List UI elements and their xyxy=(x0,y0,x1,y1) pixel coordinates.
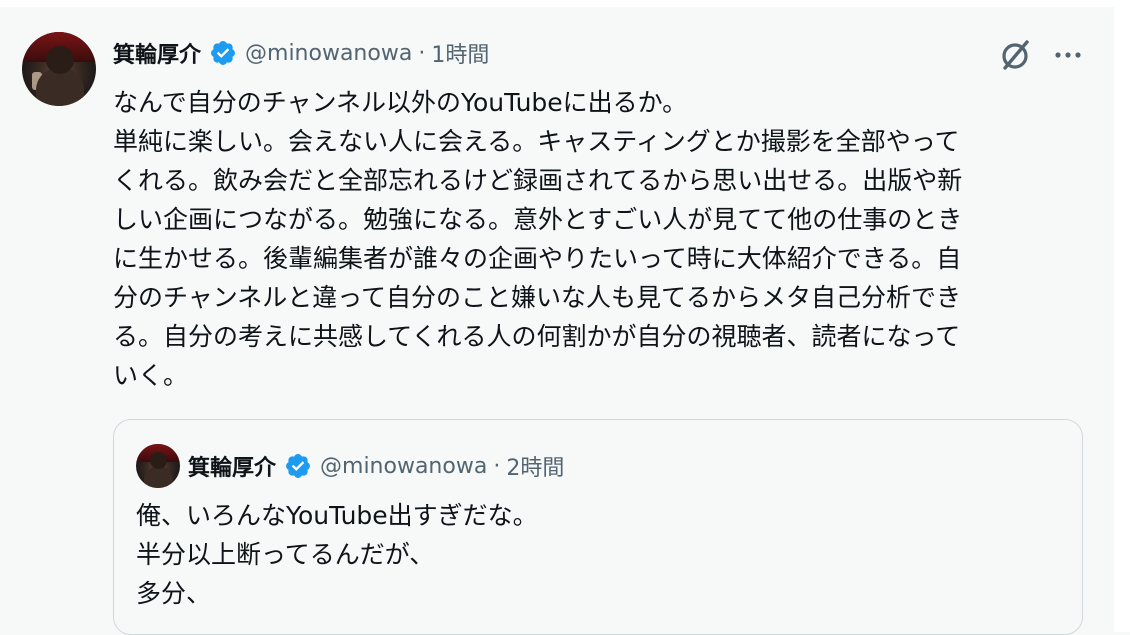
tweet-header: 箕輪厚介 @minowanowa · 1時間 xyxy=(113,37,489,69)
quoted-text-line: 半分以上断ってるんだが、 xyxy=(136,540,435,569)
avatar-figure-head xyxy=(150,452,167,469)
quoted-tweet[interactable]: 箕輪厚介 @minowanowa · 2時間 俺、いろんなYouTube出すぎだ… xyxy=(113,419,1083,635)
quoted-author-name: 箕輪厚介 xyxy=(188,456,277,481)
tweet[interactable]: 箕輪厚介 @minowanowa · 1時間 なんで自分のチャンネル以外のYou… xyxy=(0,7,1114,635)
tweet-text-line: いく。 xyxy=(113,361,189,390)
quoted-author-handle: @minowanowa xyxy=(320,453,488,479)
avatar-figure-head xyxy=(46,46,74,74)
verified-badge-icon xyxy=(284,452,312,480)
author-handle[interactable]: @minowanowa xyxy=(245,41,412,66)
tweet-text-line: 分のチャンネルと違って自分のこと嫌いな人も見てるからメタ自己分析でき xyxy=(113,283,962,312)
avatar[interactable] xyxy=(22,32,96,106)
quoted-text-line: 多分、 xyxy=(136,579,212,608)
quoted-text-line: 俺、いろんなYouTube出すぎだな。 xyxy=(136,501,538,530)
header-separator: · xyxy=(493,453,501,479)
quoted-tweet-text: 俺、いろんなYouTube出すぎだな。 半分以上断ってるんだが、 多分、 xyxy=(136,496,1056,613)
tweet-text-line: 単純に楽しい。会えない人に会える。キャスティングとか撮影を全部やって xyxy=(113,127,960,156)
more-dots-icon[interactable] xyxy=(1048,35,1088,75)
quoted-avatar[interactable] xyxy=(136,444,180,488)
tweet-text-line: に生かせる。後輩編集者が誰々の企画やりたいって時に大体紹介できる。自 xyxy=(113,244,962,273)
tweet-text-line: なんで自分のチャンネル以外のYouTubeに出るか。 xyxy=(113,88,688,117)
author-name[interactable]: 箕輪厚介 xyxy=(113,37,201,69)
quoted-post-time: 2時間 xyxy=(506,456,565,481)
avatar-figure-body xyxy=(144,466,173,488)
tweet-text-line: しい企画につながる。勉強になる。意外とすごい人が見てて他の仕事のとき xyxy=(113,205,963,234)
tweet-text-line: くれる。飲み会だと全部忘れるけど録画されてるから思い出せる。出版や新 xyxy=(113,166,963,195)
verified-badge-icon[interactable] xyxy=(209,39,237,67)
quoted-tweet-header: 箕輪厚介 @minowanowa · 2時間 xyxy=(188,450,564,482)
header-separator: · xyxy=(418,40,426,66)
tweet-text-line: る。自分の考えに共感してくれる人の何割かが自分の視聴者、読者になって xyxy=(113,322,961,351)
post-time[interactable]: 1時間 xyxy=(431,37,489,69)
tweet-text: なんで自分のチャンネル以外のYouTubeに出るか。 単純に楽しい。会えない人に… xyxy=(113,83,1088,395)
grok-icon[interactable] xyxy=(996,35,1036,75)
top-gap xyxy=(0,0,1114,7)
scrollbar-track[interactable] xyxy=(1114,0,1130,632)
